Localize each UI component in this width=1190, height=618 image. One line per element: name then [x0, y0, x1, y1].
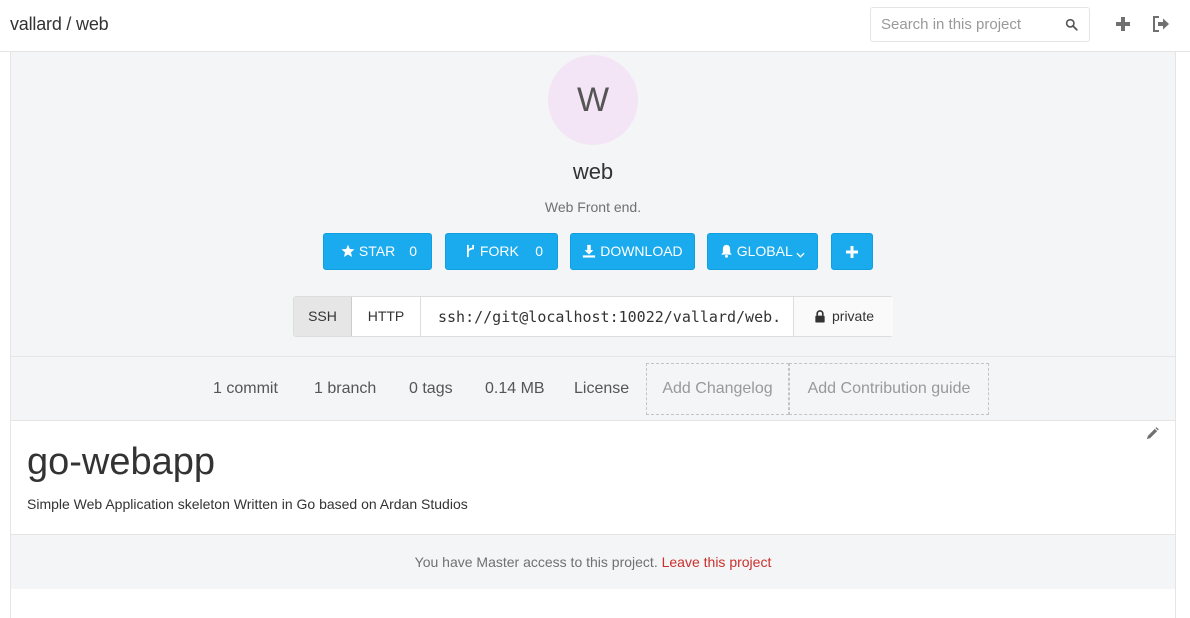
clone-panel: SSH HTTP private: [293, 296, 893, 337]
readme-text: Simple Web Application skeleton Written …: [27, 496, 468, 512]
top-header: vallard / web: [0, 0, 1190, 52]
license-link[interactable]: License: [574, 357, 629, 421]
star-button[interactable]: STAR 0: [323, 233, 432, 270]
fork-label: FORK: [479, 243, 519, 259]
readme-panel: go-webapp Simple Web Application skeleto…: [11, 421, 1175, 535]
bell-icon: [721, 244, 732, 258]
new-item-button[interactable]: [831, 233, 873, 270]
lock-icon: [815, 310, 825, 323]
ssh-button[interactable]: SSH: [294, 297, 352, 336]
project-description: Web Front end.: [544, 199, 642, 215]
visibility-badge: private: [793, 297, 893, 336]
project-avatar: W: [548, 55, 638, 145]
readme-heading: go-webapp: [27, 441, 216, 483]
add-changelog-link[interactable]: Add Changelog: [646, 363, 789, 415]
visibility-label: private: [832, 308, 875, 324]
search-box[interactable]: [870, 7, 1090, 42]
sign-out-icon[interactable]: [1151, 14, 1171, 34]
star-label: STAR: [358, 243, 396, 259]
pencil-icon[interactable]: [1146, 427, 1159, 440]
repo-size: 0.14 MB: [485, 380, 545, 397]
download-button[interactable]: DOWNLOAD: [570, 233, 695, 270]
plus-icon[interactable]: [1113, 14, 1133, 34]
fork-count: 0: [535, 243, 543, 259]
commits-link[interactable]: 1 commit: [213, 357, 278, 421]
project-title: web: [572, 159, 614, 184]
star-count: 0: [409, 243, 417, 259]
project-panel: W web Web Front end. STAR 0 FORK 0 DOWNL…: [10, 52, 1176, 618]
fork-icon: [467, 244, 474, 258]
breadcrumb[interactable]: vallard / web: [10, 14, 109, 35]
notification-dropdown[interactable]: GLOBAL: [707, 233, 818, 270]
search-icon[interactable]: [1065, 18, 1078, 31]
add-contribution-guide-link[interactable]: Add Contribution guide: [789, 363, 989, 415]
project-home-header: W web Web Front end. STAR 0 FORK 0 DOWNL…: [11, 52, 1175, 357]
download-label: DOWNLOAD: [600, 243, 683, 259]
access-notice: You have Master access to this project. …: [11, 535, 1175, 589]
chevron-down-icon: [796, 252, 805, 258]
fork-button[interactable]: FORK 0: [445, 233, 558, 270]
tags-link[interactable]: 0 tags: [409, 357, 453, 421]
project-stats: 1 commit 1 branch 0 tags 0.14 MB License…: [11, 357, 1175, 421]
leave-project-link[interactable]: Leave this project: [662, 554, 772, 570]
http-button[interactable]: HTTP: [352, 297, 421, 336]
download-icon: [583, 244, 596, 258]
clone-url-input[interactable]: [422, 297, 793, 336]
notification-label: GLOBAL: [736, 243, 793, 259]
plus-icon: [846, 246, 858, 258]
access-text: You have Master access to this project.: [414, 554, 658, 570]
branches-link[interactable]: 1 branch: [314, 357, 376, 421]
star-icon: [341, 244, 355, 258]
search-input[interactable]: [871, 8, 1051, 41]
